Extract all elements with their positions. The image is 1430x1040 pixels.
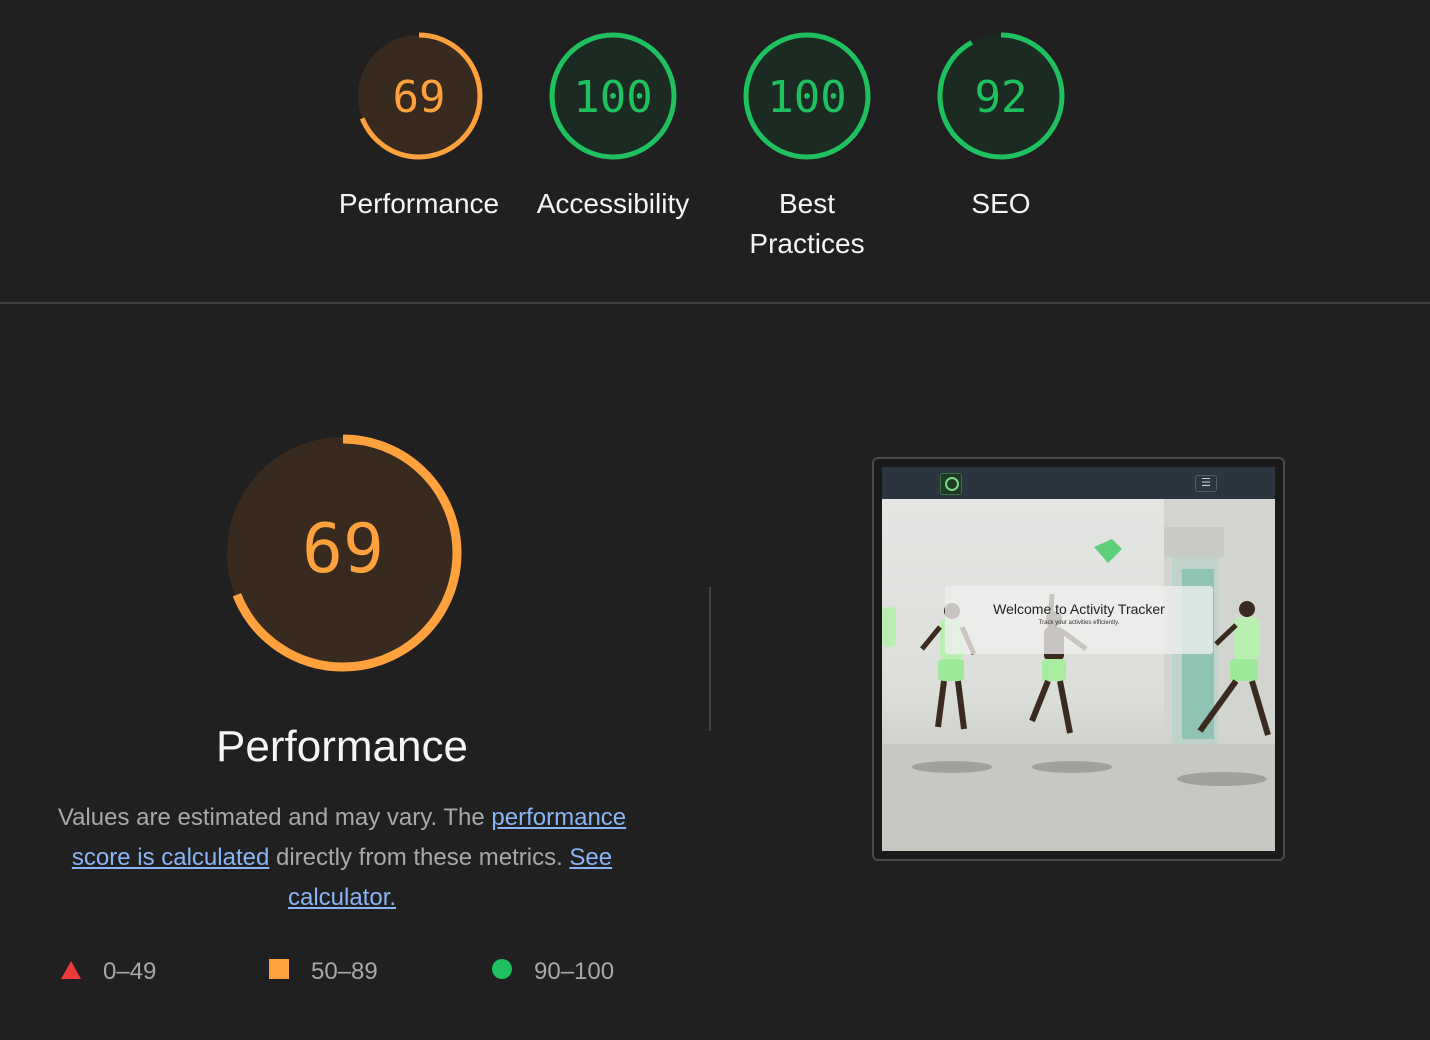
description-prefix: Values are estimated and may vary. The [57, 804, 492, 831]
legend-pass: 90–100 [492, 952, 614, 992]
legend-pass-range: 90–100 [534, 958, 615, 985]
hero-photo [882, 499, 1275, 851]
triangle-icon [61, 958, 81, 986]
screenshot-hero: Welcome to Activity Tracker Track your a… [882, 499, 1275, 851]
gauge-best-practices-ring: 100 [743, 32, 871, 160]
hamburger-icon: ☰ [1195, 475, 1217, 492]
gauge-best-practices[interactable]: 100 Best Practices [712, 30, 902, 264]
gauge-performance-label: Performance [338, 188, 500, 219]
performance-title: Performance [216, 722, 468, 771]
gauge-best-practices-label-line1: Best [778, 188, 836, 219]
legend-fail: 0–49 [61, 952, 156, 992]
gauge-best-practices-label-line2: Practices [749, 228, 865, 259]
section-divider [0, 302, 1430, 304]
gauge-seo-ring: 92 [937, 32, 1065, 160]
performance-gauge-large-ring: 69 [224, 434, 462, 672]
legend-fail-range: 0–49 [103, 958, 157, 985]
gauge-accessibility[interactable]: 100 Accessibility [518, 30, 708, 224]
square-icon [269, 958, 289, 986]
gauge-accessibility-ring: 100 [549, 32, 677, 160]
gauge-seo-label: SEO [971, 188, 1031, 219]
gauge-performance-ring: 69 [355, 32, 483, 160]
performance-gauge-large-value: 69 [302, 510, 384, 589]
legend-average: 50–89 [269, 952, 378, 992]
final-screenshot[interactable]: ☰ Welcome to Activity Tracker Track your… [872, 457, 1285, 861]
circle-icon [492, 958, 512, 986]
performance-gauge-large: 69 [212, 422, 474, 684]
lighthouse-report: 69 Performance 100 Accessibility 100 Bes… [0, 0, 1430, 1040]
legend-average-range: 50–89 [311, 958, 378, 985]
screenshot-hero-card: Welcome to Activity Tracker Track your a… [945, 586, 1213, 654]
gauge-seo[interactable]: 92 SEO [906, 30, 1096, 224]
gauge-accessibility-value: 100 [573, 72, 652, 123]
logo-icon [940, 473, 962, 495]
gauge-performance[interactable]: 69 Performance [324, 30, 514, 224]
gauge-performance-value: 69 [393, 72, 446, 123]
score-legend: 0–49 50–89 90–100 [0, 952, 700, 992]
vertical-separator [709, 587, 711, 731]
score-gauges: 69 Performance 100 Accessibility 100 Bes… [0, 30, 1430, 270]
gauge-seo-value: 92 [975, 72, 1028, 123]
screenshot-page: ☰ Welcome to Activity Tracker Track your… [882, 467, 1275, 851]
gauge-accessibility-label: Accessibility [536, 188, 690, 219]
performance-description: Values are estimated and may vary. The p… [30, 798, 654, 918]
gauge-best-practices-label: Best Practices [712, 184, 902, 264]
screenshot-navbar: ☰ [882, 467, 1275, 499]
gauge-best-practices-value: 100 [767, 72, 846, 123]
screenshot-hero-title: Welcome to Activity Tracker [993, 601, 1165, 617]
description-middle: directly from these metrics. [269, 844, 570, 871]
screenshot-hero-subtitle: Track your activities efficiently. [1038, 620, 1120, 626]
